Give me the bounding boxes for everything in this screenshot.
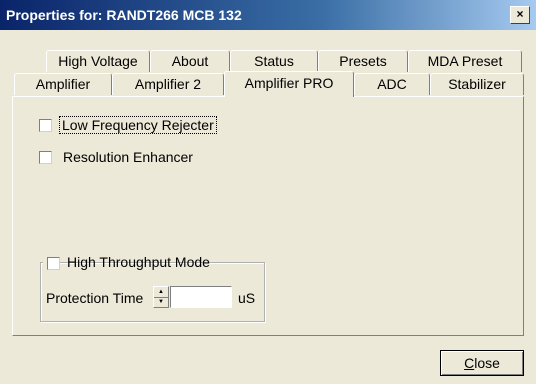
close-button-accel: C xyxy=(464,355,475,371)
resolution-enhancer-label[interactable]: Resolution Enhancer xyxy=(63,149,193,165)
tab-status[interactable]: Status xyxy=(230,50,318,72)
resolution-enhancer-checkbox[interactable] xyxy=(39,151,52,164)
close-button-label: lose xyxy=(474,355,500,371)
high-throughput-mode-checkbox[interactable] xyxy=(47,257,60,270)
high-throughput-mode-label[interactable]: High Throughput Mode xyxy=(67,254,210,270)
close-button[interactable]: Close xyxy=(440,350,524,376)
tab-adc[interactable]: ADC xyxy=(354,73,430,95)
tab-presets[interactable]: Presets xyxy=(318,50,408,72)
tab-amplifier-2[interactable]: Amplifier 2 xyxy=(112,73,224,95)
tab-amplifier-pro[interactable]: Amplifier PRO xyxy=(224,71,354,97)
tab-about[interactable]: About xyxy=(150,50,230,72)
high-throughput-legend: High Throughput Mode xyxy=(43,253,210,273)
spin-down-icon[interactable]: ▼ xyxy=(154,297,168,307)
protection-time-input[interactable] xyxy=(170,286,232,308)
protection-time-spinner[interactable]: ▲ ▼ xyxy=(153,286,169,308)
amplifier-pro-panel: Low Frequency Rejecter Resolution Enhanc… xyxy=(12,96,524,336)
title-bar: Properties for: RANDT266 MCB 132 × xyxy=(0,0,536,30)
low-frequency-rejecter-checkbox[interactable] xyxy=(39,119,52,132)
protection-time-unit: uS xyxy=(238,290,256,306)
close-icon[interactable]: × xyxy=(510,6,530,24)
tab-high-voltage[interactable]: High Voltage xyxy=(46,50,150,72)
tab-amplifier[interactable]: Amplifier xyxy=(14,73,112,95)
properties-dialog: Properties for: RANDT266 MCB 132 × High … xyxy=(0,0,536,384)
protection-time-label: Protection Time xyxy=(46,290,144,306)
window-title: Properties for: RANDT266 MCB 132 xyxy=(6,7,242,23)
tab-mda-preset[interactable]: MDA Preset xyxy=(408,50,522,72)
tab-stabilizer[interactable]: Stabilizer xyxy=(430,73,524,95)
low-frequency-rejecter-label[interactable]: Low Frequency Rejecter xyxy=(59,116,217,134)
